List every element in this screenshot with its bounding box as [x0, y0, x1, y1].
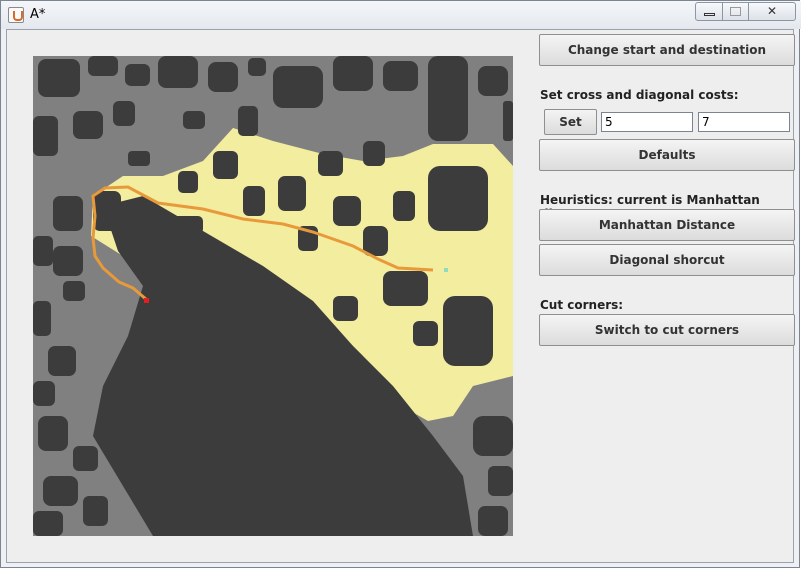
- title-bar[interactable]: A* ✕: [1, 1, 801, 29]
- switch-cut-corners-button[interactable]: Switch to cut corners: [539, 314, 795, 346]
- manhattan-distance-button[interactable]: Manhattan Distance: [539, 209, 795, 241]
- cross-cost-field[interactable]: [601, 112, 693, 132]
- close-icon: ✕: [766, 4, 778, 18]
- diagonal-cost-field[interactable]: [698, 112, 790, 132]
- java-icon: [8, 7, 24, 23]
- pathfinding-grid[interactable]: [33, 56, 513, 536]
- window-controls: ✕: [695, 2, 796, 22]
- maximize-icon: [730, 7, 741, 16]
- change-start-destination-button[interactable]: Change start and destination: [539, 34, 795, 66]
- diagonal-shortcut-button[interactable]: Diagonal shorcut: [539, 244, 795, 276]
- defaults-button[interactable]: Defaults: [539, 139, 795, 171]
- minimize-button[interactable]: [695, 2, 723, 21]
- maximize-button[interactable]: [723, 2, 749, 21]
- start-marker[interactable]: [144, 298, 149, 303]
- cut-corners-label: Cut corners:: [540, 298, 624, 312]
- minimize-icon: [704, 13, 715, 16]
- close-button[interactable]: ✕: [749, 2, 796, 21]
- window-title: A*: [30, 7, 46, 22]
- costs-label: Set cross and diagonal costs:: [540, 88, 739, 102]
- grid-canvas[interactable]: [33, 56, 513, 536]
- set-button[interactable]: Set: [544, 109, 597, 135]
- goal-marker[interactable]: [444, 268, 448, 272]
